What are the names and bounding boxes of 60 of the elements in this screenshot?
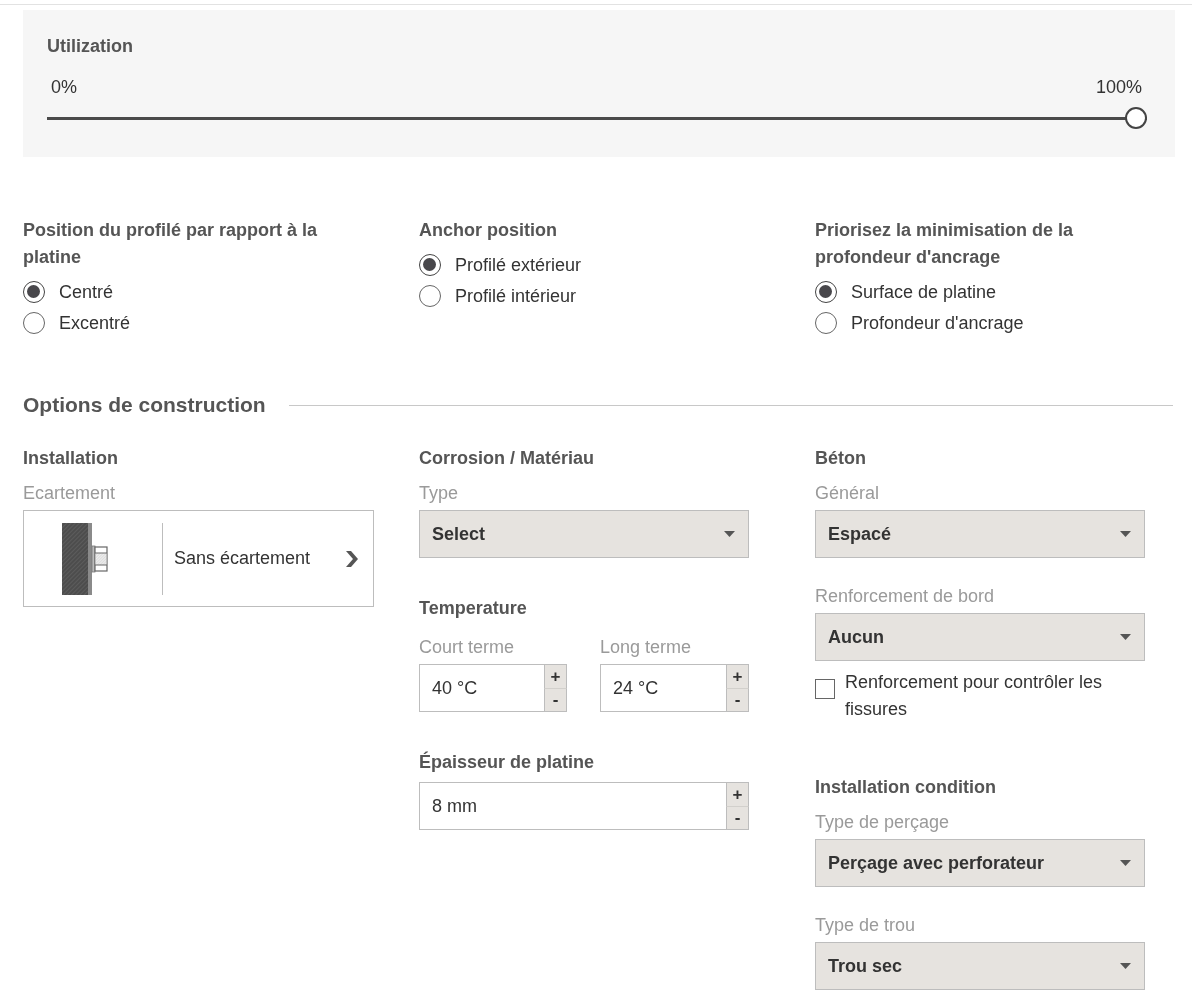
group-title: Installation condition xyxy=(815,777,996,797)
group-title: Installation xyxy=(23,448,118,468)
option-label: Centré xyxy=(59,281,114,302)
radio-button[interactable] xyxy=(815,311,837,334)
radio-button[interactable] xyxy=(419,284,441,307)
radio-button[interactable] xyxy=(23,280,45,303)
field-label: Renforcement de bord xyxy=(815,586,995,606)
increment-button[interactable]: + xyxy=(544,664,567,688)
increment-button[interactable]: + xyxy=(726,664,749,688)
decrement-button[interactable]: - xyxy=(726,687,749,712)
field-label: Ecartement xyxy=(23,483,116,503)
option-label: Profondeur d'ancrage xyxy=(851,312,1024,333)
scale-min-label: 0% xyxy=(51,78,77,96)
slider-track[interactable] xyxy=(47,106,1147,130)
group-title: Béton xyxy=(815,448,866,468)
radio-button[interactable] xyxy=(419,253,441,276)
decrement-button[interactable]: - xyxy=(726,805,749,830)
selector-value: Sans écartement xyxy=(174,548,311,569)
field-label: Type xyxy=(419,483,459,503)
scale-max-label: 100% xyxy=(1095,78,1142,96)
chevron-right-icon xyxy=(343,548,360,569)
panel-title: Utilization xyxy=(47,36,133,56)
group-title: Épaisseur de platine xyxy=(419,752,595,772)
checkbox-label: Renforcement pour contrôler les fissures xyxy=(845,671,1104,721)
checkbox[interactable] xyxy=(815,679,835,699)
dropdown[interactable]: Espacé xyxy=(815,510,1145,558)
radio-button[interactable] xyxy=(23,311,45,334)
group-title: Temperature xyxy=(419,598,527,618)
section-title: Options de construction xyxy=(23,393,266,417)
caret-down-icon xyxy=(724,531,735,537)
option-label: Profilé intérieur xyxy=(455,285,577,306)
dropdown[interactable]: Select xyxy=(419,510,749,558)
field-label: Type de trou xyxy=(815,915,916,935)
caret-down-icon xyxy=(1120,963,1131,969)
increment-button[interactable]: + xyxy=(726,782,749,806)
radio-button[interactable] xyxy=(815,280,837,303)
dropdown[interactable]: Aucun xyxy=(815,613,1145,661)
slider-thumb[interactable] xyxy=(1125,107,1147,129)
option-label: Surface de platine xyxy=(851,281,997,302)
option-label: Profilé extérieur xyxy=(455,254,582,275)
option-label: Excentré xyxy=(59,312,131,333)
group-title: Position du profilé par rapport à la platine xyxy=(23,219,319,269)
group-title: Corrosion / Matériau xyxy=(419,448,595,468)
group-title: Anchor position xyxy=(419,219,558,242)
group-title: Priorisez la minimisation de la profondeur d'ancrage xyxy=(815,219,1075,269)
number-field[interactable]: 24 °C xyxy=(600,664,726,712)
dropdown[interactable]: Trou sec xyxy=(815,942,1145,990)
dropdown[interactable]: Perçage avec perforateur xyxy=(815,839,1145,887)
field-label: Type de perçage xyxy=(815,812,950,832)
wall-anchor-icon xyxy=(62,522,108,595)
field-label: Général xyxy=(815,483,880,503)
caret-down-icon xyxy=(1120,860,1131,866)
decrement-button[interactable]: - xyxy=(544,687,567,712)
field-label: Long terme xyxy=(600,637,692,657)
spacing-selector[interactable]: Sans écartement xyxy=(23,510,374,607)
number-field[interactable]: 40 °C xyxy=(419,664,544,712)
field-label: Court terme xyxy=(419,637,515,657)
caret-down-icon xyxy=(1120,634,1131,640)
caret-down-icon xyxy=(1120,531,1131,537)
number-field[interactable]: 8 mm xyxy=(419,782,726,830)
